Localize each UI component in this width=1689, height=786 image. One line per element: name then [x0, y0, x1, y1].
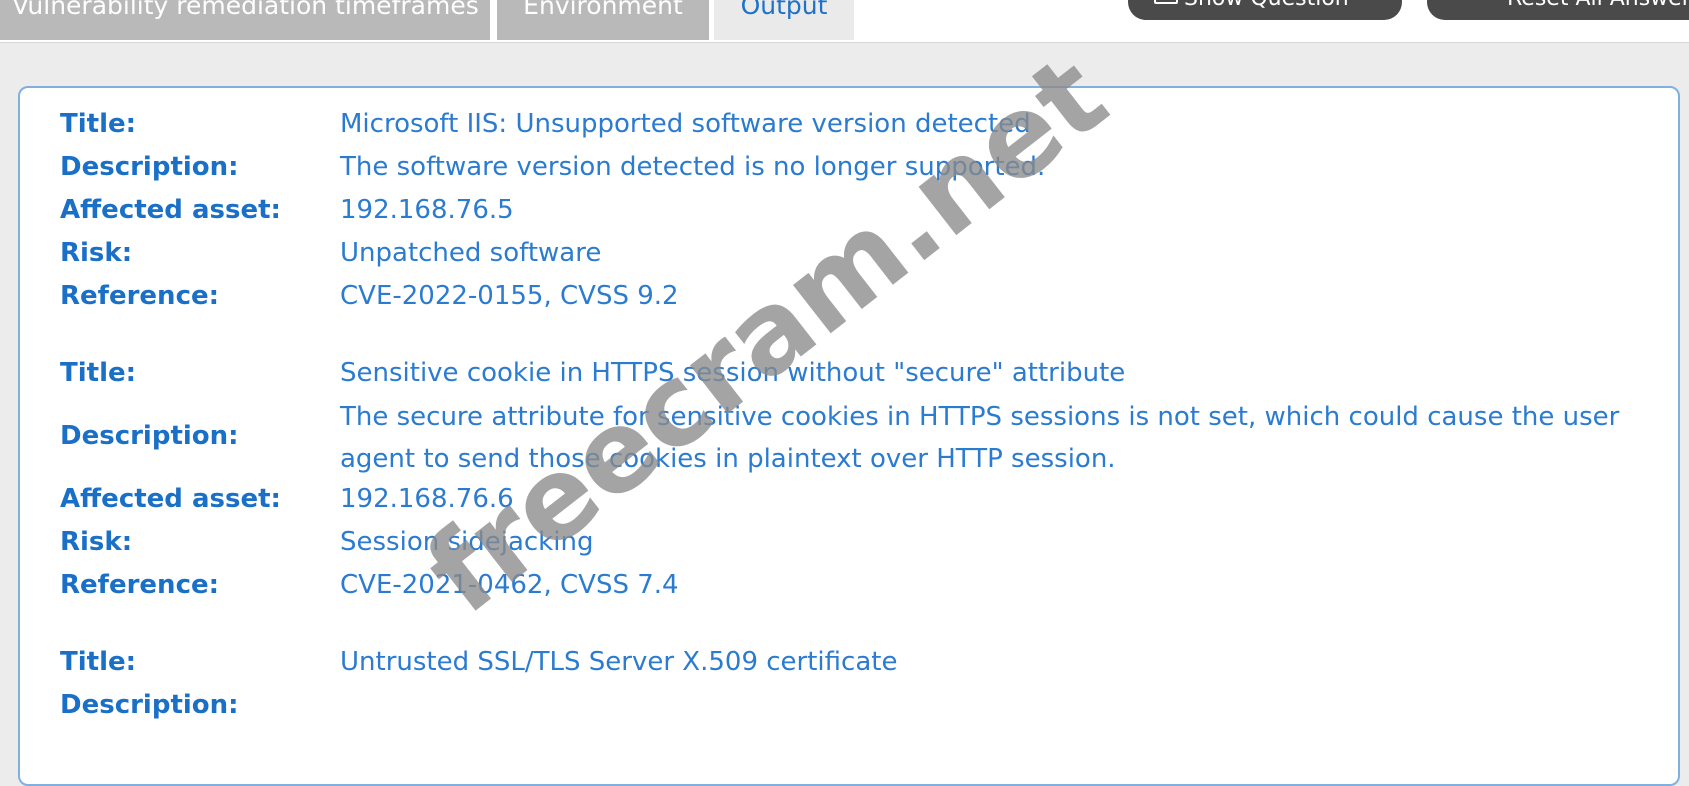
output-panel: Title: Microsoft IIS: Unsupported softwa… [18, 86, 1680, 786]
tab-vulnerability-remediation-timeframes[interactable]: Vulnerability remediation timeframes [0, 0, 490, 40]
finding-description: The software version detected is no long… [340, 152, 1046, 182]
title-label: Title: [60, 358, 137, 388]
risk-value: Session sidejacking [340, 527, 594, 557]
title-label: Title: [60, 647, 137, 677]
tab-label: Vulnerability remediation timeframes [12, 0, 479, 20]
affected-asset-label: Affected asset: [60, 195, 281, 225]
reset-all-answers-button[interactable]: Reset All Answers [1427, 0, 1689, 20]
reset-all-answers-label: Reset All Answers [1507, 0, 1689, 11]
finding-description: The secure attribute for sensitive cooki… [340, 402, 1620, 474]
reference-label: Reference: [60, 570, 220, 600]
reference-label: Reference: [60, 281, 220, 311]
risk-label: Risk: [60, 527, 133, 557]
description-label: Description: [60, 421, 239, 451]
finding-title: Sensitive cookie in HTTPS session withou… [340, 358, 1126, 388]
tab-label: Output [740, 0, 828, 20]
tab-environment[interactable]: Environment [497, 0, 709, 40]
show-question-button[interactable]: Show Question [1128, 0, 1402, 20]
show-question-label: Show Question [1184, 0, 1349, 11]
risk-label: Risk: [60, 238, 133, 268]
title-label: Title: [60, 109, 137, 139]
tab-label: Environment [523, 0, 683, 20]
keyboard-icon [1154, 0, 1178, 4]
affected-asset-label: Affected asset: [60, 484, 281, 514]
risk-value: Unpatched software [340, 238, 602, 268]
finding-title: Untrusted SSL/TLS Server X.509 certifica… [340, 647, 898, 677]
tab-output[interactable]: Output [714, 0, 854, 40]
top-bar: Vulnerability remediation timeframes Env… [0, 0, 1689, 43]
reference-value: CVE-2021-0462, CVSS 7.4 [340, 570, 679, 600]
description-label: Description: [60, 152, 239, 182]
affected-asset-value: 192.168.76.6 [340, 484, 514, 514]
finding-2-description-row: Description: The secure attribute for se… [60, 396, 1680, 480]
affected-asset-value: 192.168.76.5 [340, 195, 514, 225]
reference-value: CVE-2022-0155, CVSS 9.2 [340, 281, 679, 311]
description-label: Description: [60, 690, 239, 720]
finding-title: Microsoft IIS: Unsupported software vers… [340, 109, 1031, 139]
